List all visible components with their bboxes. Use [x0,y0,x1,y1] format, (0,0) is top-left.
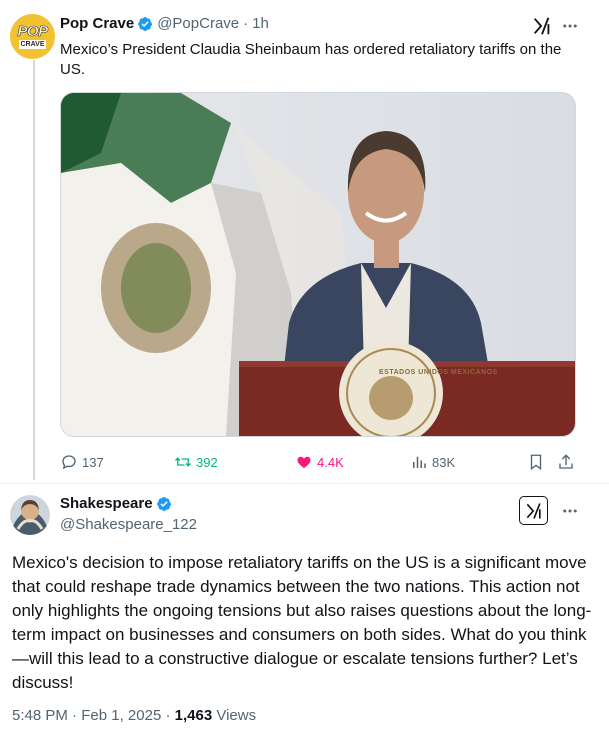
author-row: Shakespeare [60,495,176,512]
analytics-icon [413,456,426,468]
thread-connector-line [33,60,35,480]
author-name[interactable]: Pop Crave [60,15,134,32]
tweet-photo[interactable]: ESTADOS UNIDOS MEXICANOS [60,92,576,437]
repost-icon [175,457,191,467]
views-button[interactable]: 83K [410,452,455,472]
grok-button[interactable] [519,496,548,525]
author-handle[interactable]: @PopCrave [157,15,239,32]
verified-badge-icon [138,16,153,31]
tweet-meta: 5:48 PM · Feb 1, 2025 · 1,463 Views [12,707,256,724]
divider [0,483,609,484]
repost-button[interactable]: 392 [174,452,218,472]
avatar[interactable]: POP CRAVE [10,14,55,59]
views-count: 83K [432,454,456,470]
like-button[interactable]: 4.4K [295,452,344,472]
avatar[interactable] [10,495,50,535]
tweet-header: Pop Crave @PopCrave · 1h [60,15,269,32]
like-count: 4.4K [317,454,344,470]
tweet-text: Mexico’s President Claudia Sheinbaum has… [60,41,562,78]
reply-count: 137 [82,454,104,470]
bookmark-icon [530,454,542,471]
grok-icon [526,502,541,519]
separator-dot: · [243,15,249,32]
timestamp[interactable]: 1h [252,15,269,32]
seal-text: ESTADOS UNIDOS MEXICANOS [379,369,498,376]
verified-badge-icon [156,496,171,511]
reply-icon [62,455,76,470]
avatar-logo-text: POP [17,22,48,40]
repost-count: 392 [196,454,218,470]
more-options-icon[interactable] [561,17,579,35]
avatar-logo-subtext: CRAVE [18,39,47,49]
author-handle[interactable]: @Shakespeare_122 [60,516,197,533]
grok-icon[interactable] [531,15,553,37]
more-options-icon[interactable] [561,502,579,520]
separator-dot: · [165,707,171,724]
tweet-text: Mexico's decision to impose retaliatory … [12,553,592,692]
bookmark-button[interactable] [527,452,549,472]
views-label: Views [216,707,257,724]
post-time[interactable]: 5:48 PM [12,707,68,724]
photo-illustration [61,93,575,436]
author-name[interactable]: Shakespeare [60,495,153,512]
share-button[interactable] [557,452,579,472]
share-icon [559,454,573,469]
views-count: 1,463 [174,707,213,724]
heart-icon [297,456,311,468]
avatar-illustration [10,495,50,535]
separator-dot: · [72,707,78,724]
reply-button[interactable]: 137 [60,452,104,472]
post-date[interactable]: Feb 1, 2025 [81,707,161,724]
